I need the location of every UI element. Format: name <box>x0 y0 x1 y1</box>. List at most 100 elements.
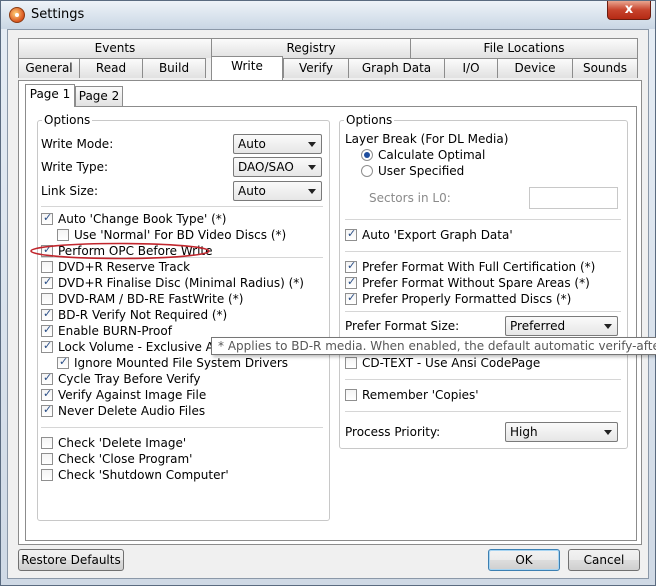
checkbox-box <box>345 357 357 369</box>
checkbox-box <box>57 355 69 369</box>
chevron-down-icon <box>308 165 316 170</box>
link-size-select[interactable]: Auto <box>233 181 322 201</box>
checkbox-box <box>345 259 357 273</box>
tooltip: * Applies to BD-R media. When enabled, t… <box>211 337 656 355</box>
radio-label: Calculate Optimal <box>378 148 486 162</box>
write-mode-select[interactable]: Auto <box>233 134 322 154</box>
sectors-in-l0-input[interactable] <box>529 187 618 209</box>
checkbox-label: Enable BURN-Proof <box>58 324 172 338</box>
link-size-value: Auto <box>238 184 266 198</box>
divider <box>345 251 621 252</box>
checkbox-box <box>41 371 53 385</box>
write-type-label: Write Type: <box>41 160 109 174</box>
tab-sounds[interactable]: Sounds <box>572 58 638 78</box>
checkbox-label: Cycle Tray Before Verify <box>58 372 201 386</box>
checkbox-box <box>41 323 53 337</box>
checkbox-label: Auto 'Export Graph Data' <box>362 228 513 242</box>
checkbox-box <box>345 227 357 241</box>
chevron-down-icon <box>308 189 316 194</box>
restore-defaults-button[interactable]: Restore Defaults <box>18 549 124 571</box>
tab-build[interactable]: Build <box>142 58 206 78</box>
write-type-value: DAO/SAO <box>238 160 294 174</box>
right-options-legend: Options <box>344 113 395 127</box>
page-1-panel: Options Write Mode: Auto Write Type: DAO… <box>25 106 637 541</box>
write-tab-panel: Page 1 Page 2 Options Write Mode: Auto W… <box>18 80 642 545</box>
tab-general[interactable]: General <box>18 58 80 78</box>
checkbox-box <box>41 307 53 321</box>
checkbox-label: Perform OPC Before Write <box>58 244 213 258</box>
chevron-down-icon <box>604 430 612 435</box>
tab-file-locations[interactable]: File Locations <box>410 38 638 58</box>
sectors-in-l0-label: Sectors in L0: <box>369 191 451 205</box>
prefer-format-size-value: Preferred <box>510 319 566 333</box>
settings-window: Settings x Events Registry File Location… <box>0 0 656 586</box>
checkbox-box <box>41 403 53 417</box>
tab-read[interactable]: Read <box>79 58 143 78</box>
divider <box>41 257 323 258</box>
link-size-label: Link Size: <box>41 184 99 198</box>
checkbox-label: Ignore Mounted File System Drivers <box>74 356 289 370</box>
left-options-legend: Options <box>42 113 93 127</box>
checkbox-label: Check 'Close Program' <box>58 452 193 466</box>
checkbox-box <box>41 293 53 305</box>
checkbox-label: DVD-RAM / BD-RE FastWrite (*) <box>58 292 244 306</box>
checkbox-label: CD-TEXT - Use Ansi CodePage <box>362 356 541 370</box>
tab-device[interactable]: Device <box>497 58 573 78</box>
chevron-down-icon <box>604 324 612 329</box>
radio-dot <box>361 149 373 161</box>
checkbox-box <box>41 469 53 481</box>
checkbox-label: Use 'Normal' For BD Video Discs (*) <box>74 228 287 242</box>
checkbox-label: Auto 'Change Book Type' (*) <box>58 212 227 226</box>
layer-break-label: Layer Break (For DL Media) <box>345 132 509 146</box>
prefer-format-size-select[interactable]: Preferred <box>505 316 618 336</box>
write-type-select[interactable]: DAO/SAO <box>233 157 322 177</box>
checkbox-label: Never Delete Audio Files <box>58 404 206 418</box>
checkbox-box <box>41 243 53 257</box>
process-priority-label: Process Priority: <box>345 425 441 439</box>
window-title: Settings <box>31 7 85 22</box>
tab-write[interactable]: Write <box>211 56 283 80</box>
checkbox-box <box>345 291 357 305</box>
checkbox-label: Prefer Properly Formatted Discs (*) <box>362 292 572 306</box>
checkbox-box <box>41 275 53 289</box>
checkbox-label: Verify Against Image File <box>58 388 207 402</box>
radio-dot <box>361 165 373 177</box>
checkbox-label: DVD+R Finalise Disc (Minimal Radius) (*) <box>58 276 304 290</box>
subtab-page-1[interactable]: Page 1 <box>25 84 75 107</box>
checkbox-box <box>57 229 69 241</box>
divider <box>345 411 621 412</box>
ok-button[interactable]: OK <box>488 549 560 571</box>
checkbox-box <box>41 339 53 353</box>
chevron-down-icon <box>308 142 316 147</box>
tab-io[interactable]: I/O <box>444 58 498 78</box>
divider <box>345 379 621 380</box>
divider <box>345 219 621 220</box>
dialog-client: Events Registry File Locations General R… <box>7 29 649 579</box>
checkbox-box <box>41 261 53 273</box>
process-priority-value: High <box>510 425 538 439</box>
checkbox-label: DVD+R Reserve Track <box>58 260 191 274</box>
title-bar[interactable]: Settings x <box>1 1 655 29</box>
checkbox-label: Remember 'Copies' <box>362 388 479 402</box>
subtab-page-2[interactable]: Page 2 <box>75 86 123 106</box>
tab-registry[interactable]: Registry <box>211 38 411 58</box>
checkbox-label: Prefer Format With Full Certification (*… <box>362 260 596 274</box>
cancel-button[interactable]: Cancel <box>568 549 640 571</box>
close-button[interactable]: x <box>607 1 651 20</box>
divider <box>345 311 621 312</box>
process-priority-select[interactable]: High <box>505 422 618 442</box>
prefer-format-size-label: Prefer Format Size: <box>345 319 460 333</box>
checkbox-label: Prefer Format Without Spare Areas (*) <box>362 276 590 290</box>
write-mode-value: Auto <box>238 137 266 151</box>
checkbox-label: Check 'Shutdown Computer' <box>58 468 229 482</box>
tab-graph-data[interactable]: Graph Data <box>348 58 445 78</box>
checkbox-label: Check 'Delete Image' <box>58 436 187 450</box>
checkbox-box <box>41 437 53 449</box>
checkbox-box <box>41 453 53 465</box>
divider <box>41 206 323 207</box>
tab-events[interactable]: Events <box>18 38 212 58</box>
checkbox-box <box>345 389 357 401</box>
divider <box>41 427 323 428</box>
checkbox-box <box>41 211 53 225</box>
tab-verify[interactable]: Verify <box>283 58 349 78</box>
